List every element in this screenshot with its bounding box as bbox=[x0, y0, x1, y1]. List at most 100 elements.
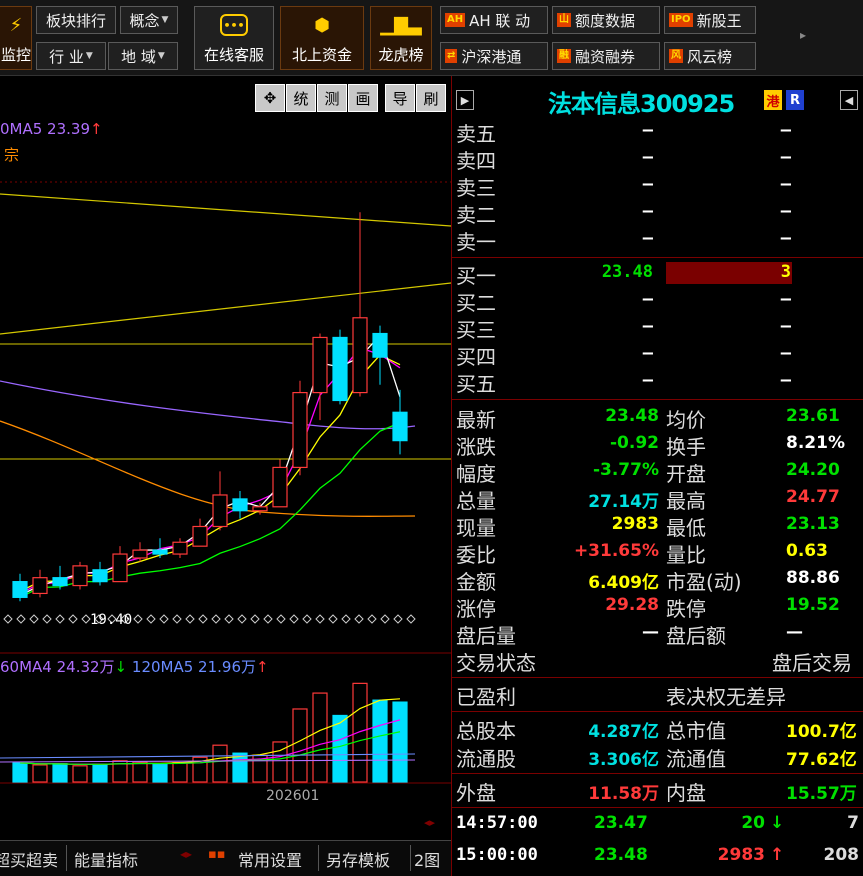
arrow-up-icon: ↑ bbox=[256, 658, 269, 676]
collapse-panel-icon[interactable]: ▶ bbox=[456, 90, 474, 110]
candle-up bbox=[212, 494, 228, 528]
chat-icon: ••• bbox=[220, 14, 248, 36]
tab-two-charts[interactable]: 2图 bbox=[414, 847, 440, 871]
draw-tool-button[interactable]: 画 bbox=[348, 84, 378, 112]
prev-stock-icon[interactable]: ◀ bbox=[840, 90, 858, 110]
share-value: 4.287亿 bbox=[588, 722, 659, 742]
inner-disc-label: 内盘 bbox=[666, 781, 706, 805]
brush-tool-button[interactable]: 刷 bbox=[416, 84, 446, 112]
bid-price: 23.48 bbox=[601, 262, 653, 282]
hk-connect-badge[interactable]: 港 bbox=[764, 90, 782, 110]
trend-list-button[interactable]: 风 风云榜 bbox=[664, 42, 756, 70]
stat-value: 0.63 bbox=[786, 541, 828, 561]
stat-label: 最高 bbox=[666, 489, 706, 513]
stock-connect-button[interactable]: ⇄ 沪深港通 bbox=[440, 42, 548, 70]
r-badge[interactable]: R bbox=[786, 90, 804, 110]
divider bbox=[452, 677, 863, 678]
stat-label: 均价 bbox=[666, 408, 706, 432]
arrow-up-icon: ↑ bbox=[770, 845, 785, 865]
stat-label: 盘后额 bbox=[666, 624, 726, 648]
bid-label: 买一 bbox=[456, 264, 496, 288]
candle-up bbox=[312, 336, 328, 394]
pan-tool-button[interactable]: ✥ bbox=[255, 84, 285, 112]
sector-ranking-button[interactable]: 板块排行 bbox=[36, 6, 116, 34]
online-service-button[interactable]: ••• 在线客服 bbox=[194, 6, 274, 70]
trend-icon: 风 bbox=[669, 49, 683, 63]
northbound-capital-button[interactable]: ⬢ 北上资金 bbox=[280, 6, 364, 70]
share-label: 总股本 bbox=[456, 719, 516, 743]
trade-status-value: 盘后交易 bbox=[772, 651, 852, 675]
tab-save-template[interactable]: 另存模板 bbox=[326, 847, 390, 871]
ipo-king-label: 新股王 bbox=[696, 11, 742, 30]
stat-value: 24.77 bbox=[786, 487, 840, 507]
quota-data-button[interactable]: 山 额度数据 bbox=[552, 6, 660, 34]
tab-overbought[interactable]: 超买超卖 bbox=[0, 847, 58, 871]
bid-volume: — bbox=[780, 316, 791, 336]
kline-chart[interactable] bbox=[0, 76, 451, 840]
tab-settings[interactable]: 常用设置 bbox=[238, 847, 302, 871]
ma-legend: 0MA5 23.39↑ bbox=[0, 120, 103, 138]
stat-label: 盘后量 bbox=[456, 624, 516, 648]
divider bbox=[452, 257, 863, 258]
stock-connect-label: 沪深港通 bbox=[461, 47, 522, 66]
margin-trading-label: 融资融券 bbox=[575, 47, 636, 66]
ask-price: — bbox=[642, 201, 653, 221]
concept-dropdown[interactable]: 概念 ▼ bbox=[120, 6, 178, 34]
grid-icon[interactable]: ▪▪ bbox=[208, 847, 226, 862]
ipo-king-button[interactable]: IPO 新股王 bbox=[664, 6, 756, 34]
stat-value: 2983 bbox=[611, 514, 659, 534]
stats-tool-button[interactable]: 统 bbox=[286, 84, 316, 112]
industry-dropdown[interactable]: 行 业 ▼ bbox=[36, 42, 106, 70]
scroll-right-icon[interactable]: ▸ bbox=[800, 28, 806, 42]
ask-price: — bbox=[642, 174, 653, 194]
dragon-tiger-label: 龙虎榜 bbox=[378, 46, 424, 64]
tick-price: 23.47 bbox=[594, 813, 648, 833]
ask-label: 卖三 bbox=[456, 176, 496, 200]
profit-label: 已盈利 bbox=[456, 685, 516, 709]
bid-volume: — bbox=[780, 289, 791, 309]
scroll-arrows-icon[interactable]: ◂▸ bbox=[424, 816, 435, 829]
northbound-capital-label: 北上资金 bbox=[291, 46, 352, 64]
divider bbox=[452, 711, 863, 712]
stat-value: -0.92 bbox=[610, 433, 659, 453]
tab-energy[interactable]: 能量指标 bbox=[74, 847, 138, 871]
indicator-tabs: 超买超卖 能量指标 ◂▸ ▪▪ 常用设置 另存模板 2图 bbox=[0, 840, 451, 876]
brush-tool-label: 刷 bbox=[423, 89, 439, 108]
export-tool-label: 导 bbox=[392, 89, 408, 108]
quote-panel: ▶ 法本信息300925 港 R ◀ 卖五 — — 卖四 — — 卖三 — — 卖二 — — 卖一 — — 买… bbox=[451, 76, 863, 876]
share-label: 流通股 bbox=[456, 747, 516, 771]
tab-scroll-icon[interactable]: ◂▸ bbox=[180, 847, 192, 861]
ask-volume: — bbox=[780, 147, 791, 167]
export-tool-button[interactable]: 导 bbox=[385, 84, 415, 112]
outer-disc-value: 11.58万 bbox=[588, 784, 659, 804]
chevron-down-icon: ▼ bbox=[161, 15, 169, 25]
volume-bar-up bbox=[172, 761, 188, 783]
ask-volume: — bbox=[780, 120, 791, 140]
monitor-button[interactable]: ⚡ 监控 bbox=[0, 6, 32, 70]
ah-link-button[interactable]: AH AH 联 动 bbox=[440, 6, 548, 34]
tick-volume: 2983 bbox=[717, 845, 765, 865]
volume-bar-up bbox=[212, 744, 228, 783]
region-dropdown[interactable]: 地 域 ▼ bbox=[108, 42, 178, 70]
candle-up bbox=[272, 466, 288, 508]
dragon-tiger-button[interactable]: ▁▇▃ 龙虎榜 bbox=[370, 6, 432, 70]
volume-bar-up bbox=[352, 682, 368, 783]
divider bbox=[452, 399, 863, 400]
stat-value: +31.65% bbox=[573, 541, 659, 561]
bid-price: — bbox=[642, 316, 653, 336]
ask-label: 卖二 bbox=[456, 203, 496, 227]
vol-ma60-text: 60MA4 24.32万 bbox=[0, 658, 115, 676]
capital-flow-icon: ⬢ bbox=[314, 14, 330, 36]
ipo-icon: IPO bbox=[669, 13, 693, 27]
chart-toolbar: ✥ 统 测 画 导 刷 bbox=[0, 84, 451, 112]
volume-legend: 60MA4 24.32万↓ 120MA5 21.96万↑ bbox=[0, 656, 269, 677]
arrow-down-icon: ↓ bbox=[770, 813, 785, 833]
measure-tool-button[interactable]: 测 bbox=[317, 84, 347, 112]
stat-label: 最低 bbox=[666, 516, 706, 540]
margin-trading-button[interactable]: 融 融资融券 bbox=[552, 42, 660, 70]
market-value: 77.62亿 bbox=[786, 750, 857, 770]
bid-label: 买三 bbox=[456, 318, 496, 342]
tick-count: 208 bbox=[823, 845, 860, 865]
region-label: 地 域 bbox=[121, 47, 156, 66]
stat-label: 涨停 bbox=[456, 597, 496, 621]
